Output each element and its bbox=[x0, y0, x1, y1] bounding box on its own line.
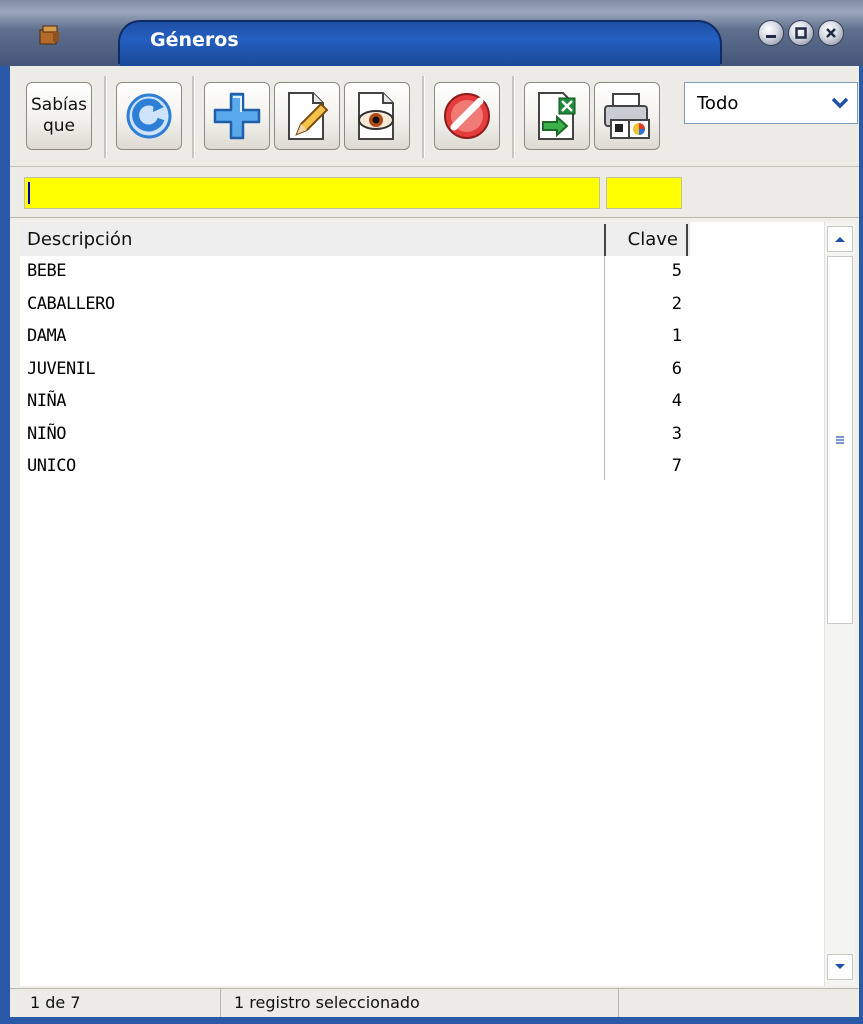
title-bar[interactable]: Géneros bbox=[0, 0, 863, 66]
cell-key: 5 bbox=[671, 261, 682, 281]
sabias-que-button[interactable]: Sabías que bbox=[26, 82, 92, 150]
cancel-button[interactable] bbox=[434, 82, 500, 150]
minimize-icon bbox=[759, 21, 783, 45]
sabias-label-line1: Sabías bbox=[31, 95, 87, 115]
table-row[interactable]: BEBE 5 bbox=[20, 256, 690, 289]
chevron-down-icon[interactable] bbox=[825, 85, 855, 121]
cell-description: BEBE bbox=[27, 261, 66, 281]
print-icon bbox=[604, 93, 650, 139]
cell-description: NIÑO bbox=[27, 423, 66, 444]
column-divider[interactable] bbox=[686, 224, 688, 256]
view-icon bbox=[358, 92, 394, 140]
column-header-description[interactable]: Descripción bbox=[27, 229, 132, 250]
toolbar-separator bbox=[512, 76, 515, 158]
view-button[interactable] bbox=[344, 82, 410, 150]
cell-description: CABALLERO bbox=[27, 293, 115, 314]
key-filter-input[interactable] bbox=[606, 177, 682, 209]
table-row[interactable]: JUVENIL 6 bbox=[20, 354, 690, 387]
maximize-button[interactable] bbox=[788, 20, 814, 46]
sabias-label-line2: que bbox=[42, 116, 76, 136]
cell-description: UNICO bbox=[27, 456, 76, 476]
table-row[interactable]: UNICO 7 bbox=[20, 451, 690, 484]
cancel-icon bbox=[444, 93, 490, 139]
app-icon bbox=[39, 25, 59, 45]
cell-description: DAMA bbox=[27, 326, 66, 346]
status-bar: 1 de 7 1 registro seleccionado bbox=[10, 988, 859, 1017]
edit-icon bbox=[288, 92, 329, 140]
table-row[interactable]: NIÑO 3 bbox=[20, 419, 690, 452]
data-grid[interactable]: Descripción Clave BEBE 5 CABALLERO 2 DAM… bbox=[20, 222, 824, 986]
cell-key: 1 bbox=[671, 326, 682, 346]
scroll-down-button[interactable] bbox=[827, 954, 853, 980]
maximize-icon bbox=[789, 21, 813, 45]
table-row[interactable]: CABALLERO 2 bbox=[20, 289, 690, 322]
cell-key: 3 bbox=[671, 423, 682, 444]
status-selection: 1 registro seleccionado bbox=[222, 989, 619, 1017]
text-caret bbox=[28, 182, 30, 204]
print-button[interactable] bbox=[594, 82, 660, 150]
scroll-up-button[interactable] bbox=[827, 226, 853, 252]
cell-description: NIÑA bbox=[27, 391, 66, 411]
close-icon bbox=[819, 21, 843, 45]
grid-rows: BEBE 5 CABALLERO 2 DAMA 1 JUVENIL 6 NIÑA… bbox=[20, 256, 690, 484]
status-record-position: 1 de 7 bbox=[10, 989, 221, 1017]
scroll-up-icon bbox=[835, 237, 845, 242]
refresh-button[interactable] bbox=[116, 82, 182, 150]
grip-icon bbox=[836, 436, 844, 444]
add-icon bbox=[213, 92, 261, 140]
add-button[interactable] bbox=[204, 82, 270, 150]
window-title: Géneros bbox=[150, 29, 239, 51]
toolbar-separator bbox=[422, 76, 425, 158]
scroll-down-icon bbox=[835, 964, 845, 969]
refresh-icon bbox=[126, 93, 172, 139]
vertical-scrollbar[interactable] bbox=[824, 222, 855, 986]
filter-row bbox=[10, 167, 859, 218]
filter-select-value: Todo bbox=[697, 93, 739, 114]
edit-button[interactable] bbox=[274, 82, 340, 150]
description-filter-input[interactable] bbox=[24, 177, 600, 209]
cell-key: 6 bbox=[671, 358, 682, 379]
toolbar-separator bbox=[104, 76, 107, 158]
toolbar-separator bbox=[192, 76, 195, 158]
export-excel-icon bbox=[538, 92, 576, 140]
cell-description: JUVENIL bbox=[27, 358, 96, 379]
table-row[interactable]: DAMA 1 bbox=[20, 321, 690, 354]
cell-key: 7 bbox=[671, 456, 682, 476]
export-excel-button[interactable] bbox=[524, 82, 590, 150]
close-button[interactable] bbox=[818, 20, 844, 46]
cell-key: 4 bbox=[671, 391, 682, 411]
status-position-text: 1 de 7 bbox=[30, 993, 81, 1012]
scroll-thumb[interactable] bbox=[827, 256, 853, 624]
column-header-key[interactable]: Clave bbox=[628, 229, 678, 250]
table-row[interactable]: NIÑA 4 bbox=[20, 386, 690, 419]
toolbar: Sabías que Todo bbox=[10, 66, 859, 167]
minimize-button[interactable] bbox=[758, 20, 784, 46]
filter-select[interactable]: Todo bbox=[684, 82, 858, 124]
status-selection-text: 1 registro seleccionado bbox=[234, 993, 420, 1012]
grid-header: Descripción Clave bbox=[20, 222, 690, 256]
cell-key: 2 bbox=[671, 293, 682, 314]
